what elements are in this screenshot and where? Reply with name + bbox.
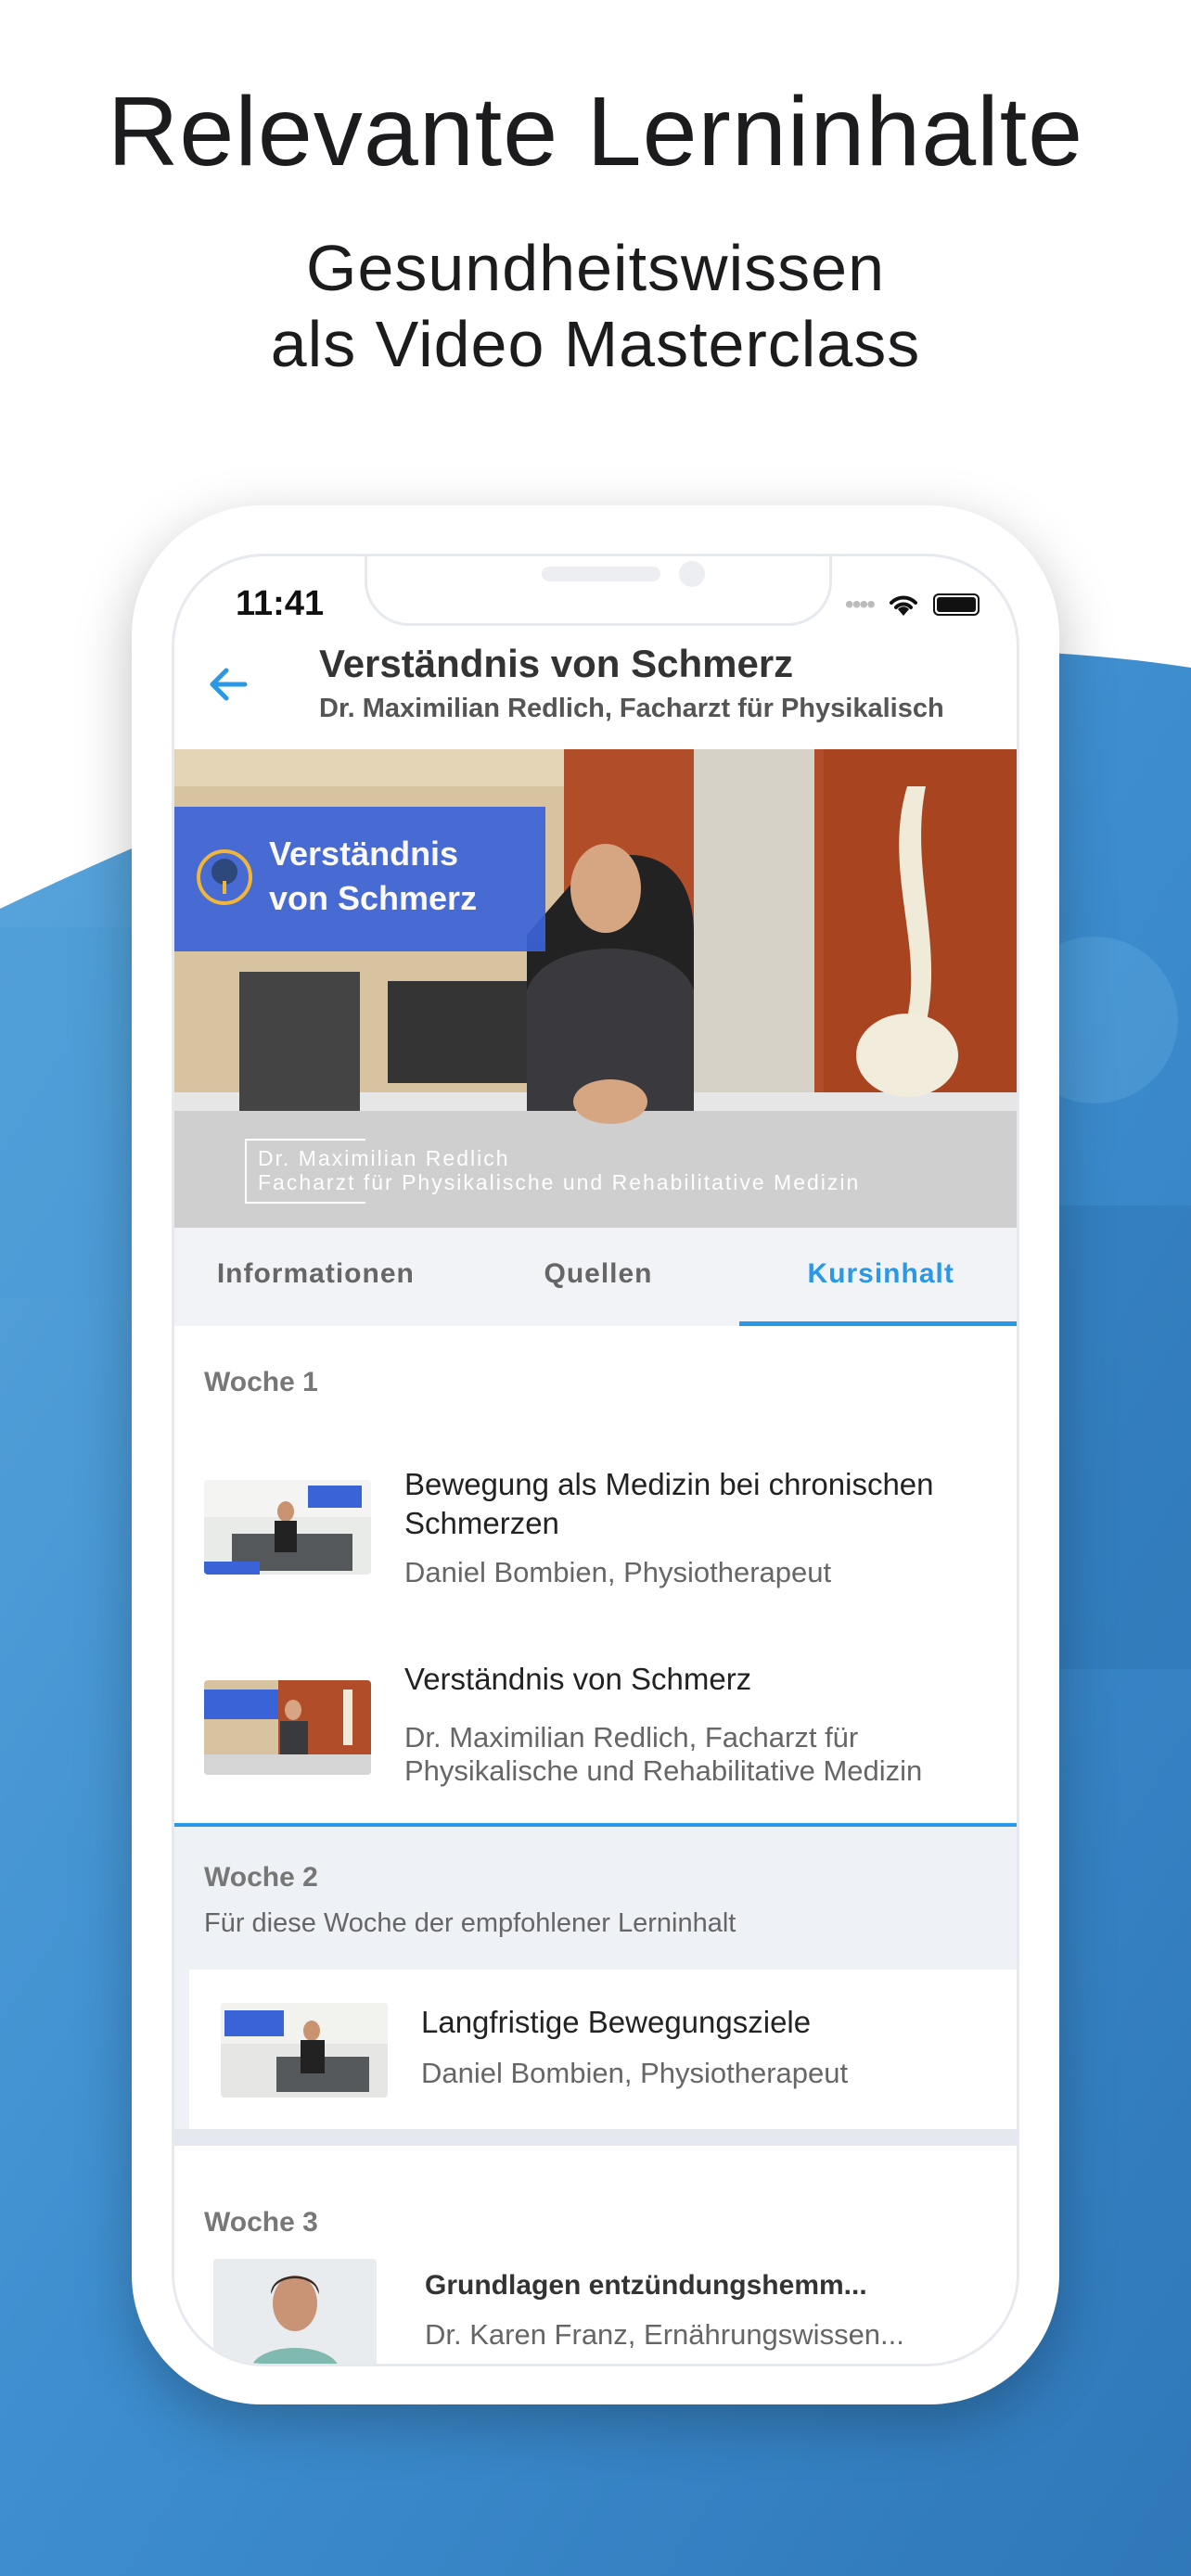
item-author-line-1: Dr. Maximilian Redlich, Facharzt für [404,1721,859,1753]
video-title-line-1: Verständnis [269,835,459,873]
item-author: Daniel Bombien, Physiotherapeut [404,1556,832,1588]
subline: Gesundheitswissen als Video Masterclass [0,230,1191,382]
list-item[interactable]: Verständnis von Schmerz Dr. Maximilian R… [174,1628,1017,1827]
tab-quellen[interactable]: Quellen [457,1228,740,1326]
week-2-note: Für diese Woche der empfohlener Lerninha… [204,1908,736,1938]
list-item[interactable]: Langfristige Bewegungsziele Daniel Bombi… [189,1970,1017,2129]
notch [365,556,832,626]
video-thumbnail [213,2259,377,2364]
item-title-line-1: Bewegung als Medizin bei chronischen [404,1467,934,1501]
tab-bar: Informationen Quellen Kursinhalt [174,1228,1017,1326]
front-camera [679,561,705,587]
week-1-label: Woche 1 [204,1367,318,1397]
video-caption-line-2: Facharzt für Physikalische und Rehabilit… [258,1170,861,1194]
subline-line-2: als Video Masterclass [270,308,921,380]
item-title: Langfristige Bewegungsziele [421,2005,812,2039]
status-time: 11:41 [236,584,325,623]
battery-icon [933,593,980,616]
video-title-line-2: von Schmerz [269,879,478,917]
subline-line-1: Gesundheitswissen [306,232,885,304]
video-player[interactable]: Verständnis von Schmerz Dr. Maximilian R… [174,749,1017,1228]
app-header: Verständnis von Schmerz Dr. Maximilian R… [174,632,1017,751]
list-item[interactable]: Bewegung als Medizin bei chronischen Sch… [174,1428,1017,1630]
item-author: Dr. Maximilian Redlich, Facharzt für Phy… [404,1721,922,1788]
video-thumbnail [221,2003,388,2098]
status-icons: •••• [845,590,980,619]
wifi-icon [890,595,917,616]
week-separator [174,2129,1017,2146]
cellular-icon: •••• [844,590,876,618]
item-title: Bewegung als Medizin bei chronischen Sch… [404,1465,998,1543]
video-thumbnail [204,1480,371,1575]
item-author-line-2: Physikalische und Rehabilitative Medizin [404,1754,923,1787]
video-caption-line-1: Dr. Maximilian Redlich [258,1146,510,1170]
phone-screen: 11:41 •••• Verständnis von Schmerz Dr. M… [172,554,1019,2366]
week-2-label: Woche 2 [204,1862,318,1893]
video-thumbnail [204,1680,371,1775]
page-title: Verständnis von Schmerz [319,642,794,685]
speaker [542,567,660,581]
back-arrow-icon[interactable] [204,660,252,708]
item-title-line-2: Schmerzen [404,1506,559,1540]
headline: Relevante Lerninhalte [107,77,1084,186]
logo-tree-icon [197,849,252,905]
item-title: Verständnis von Schmerz [404,1662,752,1696]
page-subtitle: Dr. Maximilian Redlich, Facharzt für Phy… [319,694,944,723]
tab-kursinhalt[interactable]: Kursinhalt [739,1228,1017,1326]
video-title-banner: Verständnis von Schmerz [174,807,545,951]
item-author: Dr. Karen Franz, Ernährungswissen... [425,2318,904,2351]
item-title: Grundlagen entzündungshemm... [425,2270,867,2301]
list-item[interactable]: Grundlagen entzündungshemm... Dr. Karen … [174,2253,1017,2364]
week-3-label: Woche 3 [204,2207,318,2238]
tab-informationen[interactable]: Informationen [174,1228,457,1326]
item-author: Daniel Bombien, Physiotherapeut [421,2057,849,2089]
